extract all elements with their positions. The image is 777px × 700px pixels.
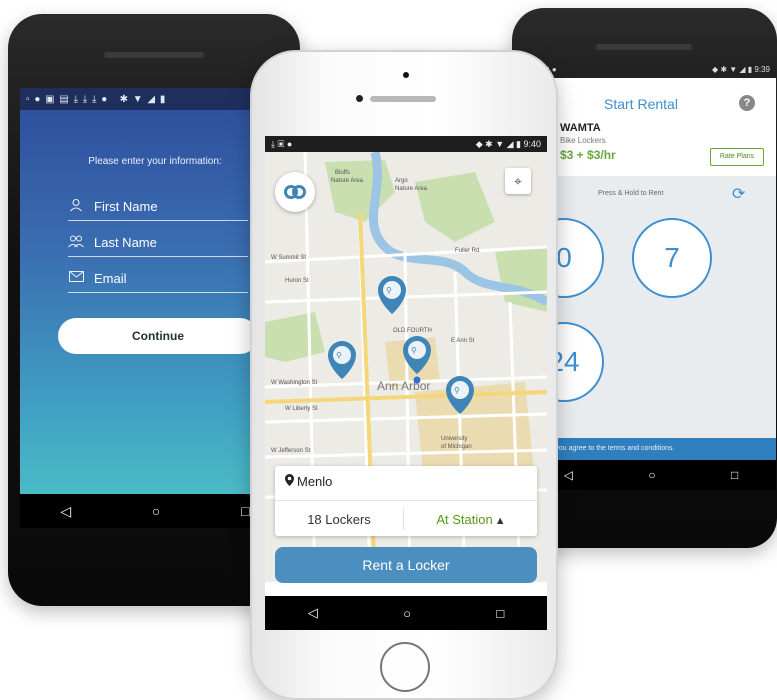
org-name: WAMTA [560,122,601,134]
home-icon[interactable]: ○ [648,468,655,482]
map-label: W Jefferson St [271,448,311,454]
app-logo-icon[interactable] [275,172,315,212]
status-bar: ▪ ▪ ▣ ● ◆ ✱ ▼ ◢ ▮ 9:39 [526,60,776,78]
my-location-icon[interactable]: ⌖ [505,168,531,194]
location-pin-icon [285,474,294,489]
map-label: Argo [395,178,408,184]
station-status-label: At Station [436,512,493,527]
map-label: W Washington St [271,380,317,386]
phone-center: ⤓ ▣ ● ◆ ✱ ▼ ◢ ▮ 9:40 Bluffs Nature Area … [250,50,558,700]
back-icon[interactable]: ◁ [60,503,71,520]
map-label: Huron St [285,278,309,284]
status-bar: ⤓ ▣ ● ◆ ✱ ▼ ◢ ▮ 9:40 [265,136,547,152]
price-label: $3 + $3/hr [560,148,616,162]
home-icon[interactable]: ○ [152,503,160,519]
rental-option-7[interactable]: 7 [632,218,712,298]
back-icon[interactable]: ◁ [564,468,573,482]
speaker-grill [104,52,204,58]
continue-button[interactable]: Continue [58,318,258,354]
earpiece [370,96,436,102]
org-subtitle: Bike Lockers [560,136,606,145]
map-label: Nature Area [395,186,428,192]
status-left-icons: ⤓ ▣ ● [271,138,293,149]
last-name-field[interactable]: Last Name [68,228,248,257]
city-label: Ann Arbor [377,379,430,393]
map-label: W Summit St [271,255,306,261]
proximity-sensor [356,95,363,102]
svg-text:⚲: ⚲ [454,386,460,395]
station-status: At Station ▲ [405,512,537,527]
page-title: Start Rental [604,96,678,112]
status-right-icons: ◆ ✱ ▼ ◢ ▮ 9:39 [711,64,770,74]
mail-icon [68,271,84,285]
map-label: of Michigan [441,444,472,450]
divider [403,508,404,530]
speaker-grill [596,44,692,50]
back-icon[interactable]: ◁ [308,605,318,621]
home-button[interactable] [380,642,430,692]
email-field[interactable]: Email [68,264,248,293]
android-nav-bar: ◁ ○ □ [526,460,776,490]
map-label: W Liberty St [285,406,318,412]
map-screen: ⤓ ▣ ● ◆ ✱ ▼ ◢ ▮ 9:40 Bluffs Nature Area … [265,136,547,630]
rate-plans-button[interactable]: Rate Plans [710,148,764,166]
rent-locker-button[interactable]: Rent a Locker [275,547,537,583]
map-label: E Ann St [451,338,475,344]
front-camera [403,72,409,78]
person-icon [68,198,84,215]
svg-text:⚲: ⚲ [411,346,417,355]
android-nav-bar: ◁ ○ □ [265,596,547,630]
divider [275,500,537,501]
svg-text:⚲: ⚲ [386,286,392,295]
navigate-arrow-icon: ▲ [494,515,506,527]
first-name-field[interactable]: First Name [68,192,248,221]
map-label: Bluffs [335,170,350,176]
station-name: Menlo [297,474,333,489]
people-icon [68,234,84,251]
locker-count: 18 Lockers [307,512,371,527]
recent-apps-icon[interactable]: □ [731,468,738,482]
last-name-label: Last Name [94,234,157,250]
rental-screen: ▪ ▪ ▣ ● ◆ ✱ ▼ ◢ ▮ 9:39 Start Rental ? M … [526,60,776,490]
map-label: OLD FOURTH [393,328,432,334]
map-label: Nature Area [331,178,364,184]
hold-instruction: Press & Hold to Rent [598,190,664,197]
first-name-label: First Name [94,198,158,214]
station-info-card[interactable]: Menlo 18 Lockers At Station ▲ [275,466,537,536]
station-location: Menlo [285,474,332,489]
home-icon[interactable]: ○ [403,606,411,621]
svg-text:⚲: ⚲ [336,351,342,360]
refresh-icon[interactable]: ⟳ [732,184,745,204]
email-label: Email [94,270,127,286]
recent-apps-icon[interactable]: □ [241,503,249,519]
terms-notice[interactable]: renting you agree to the terms and condi… [526,438,776,460]
recent-apps-icon[interactable]: □ [496,606,504,621]
map-label: Fuller Rd [455,248,479,254]
map-label: University [441,436,467,442]
status-right-icons: ◆ ✱ ▼ ◢ ▮ 9:40 [475,138,541,149]
help-icon[interactable]: ? [739,95,755,111]
